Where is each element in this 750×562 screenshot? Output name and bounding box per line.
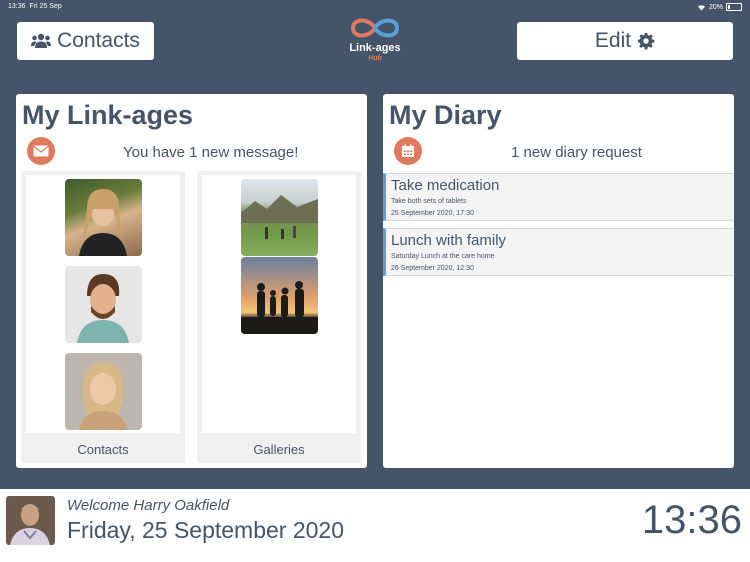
galleries-column[interactable]: Galleries: [197, 171, 361, 463]
diary-item-title: Lunch with family: [391, 232, 507, 249]
diary-item-description: Take both sets of tablets: [391, 198, 467, 205]
contacts-column-label: Contacts: [77, 442, 129, 457]
user-avatar[interactable]: [6, 496, 55, 545]
status-right: 20%: [697, 3, 742, 11]
contact-photo[interactable]: [65, 353, 142, 430]
gear-icon: [637, 32, 655, 50]
envelope-icon: [33, 145, 49, 157]
diary-request-notice[interactable]: 1 new diary request: [511, 144, 642, 161]
landscape-photo-icon: [241, 195, 318, 239]
contact-photo[interactable]: [65, 266, 142, 343]
diary-panel: My Diary 1 new diary request Take medica…: [383, 94, 734, 468]
status-time: 13:36: [8, 3, 26, 10]
galleries-list: [202, 175, 356, 433]
links-panel: My Link-ages You have 1 new message! Con…: [16, 94, 367, 468]
person-photo-icon: [77, 274, 129, 343]
galleries-column-label: Galleries: [253, 442, 305, 457]
wifi-icon: [697, 4, 705, 11]
diary-icon-button[interactable]: [394, 137, 422, 165]
current-date: Friday, 25 September 2020: [67, 517, 345, 543]
person-photo-icon: [79, 189, 127, 256]
logo-name: Link-ages: [349, 42, 401, 54]
family-silhouette-icon: [241, 281, 318, 334]
gallery-photo[interactable]: [241, 257, 318, 334]
message-icon-button[interactable]: [27, 137, 55, 165]
diary-item-description: Saturday Lunch at the care home: [391, 253, 495, 260]
users-icon: [31, 33, 52, 48]
footer-bar: Welcome Harry Oakfield Friday, 25 Septem…: [0, 489, 750, 562]
contacts-button-label: Contacts: [57, 29, 140, 52]
app-logo: Link-ages Hub: [338, 14, 412, 66]
diary-item[interactable]: Lunch with family Saturday Lunch at the …: [383, 228, 734, 276]
welcome-text: Welcome Harry Oakfield: [67, 497, 230, 514]
diary-panel-title: My Diary: [389, 100, 502, 130]
diary-item-title: Take medication: [391, 177, 500, 194]
battery-percent: 20%: [708, 3, 723, 11]
contact-photo[interactable]: [65, 179, 142, 256]
user-avatar-icon: [6, 496, 55, 545]
contacts-list: [26, 175, 180, 433]
status-time-date: 13:36 Fri 25 Sep: [8, 3, 62, 10]
clock: 13:36: [641, 498, 742, 542]
links-panel-title: My Link-ages: [22, 100, 194, 130]
battery-icon: [726, 3, 742, 11]
contacts-button[interactable]: Contacts: [17, 22, 154, 60]
new-message-notice[interactable]: You have 1 new message!: [123, 144, 298, 161]
logo-sub: Hub: [368, 55, 382, 62]
diary-item[interactable]: Take medication Take both sets of tablet…: [383, 173, 734, 221]
person-photo-icon: [79, 363, 127, 430]
edit-button-label: Edit: [594, 29, 632, 52]
status-bar: 13:36 Fri 25 Sep 20%: [0, 0, 750, 14]
edit-button[interactable]: Edit: [517, 22, 733, 60]
contacts-column[interactable]: Contacts: [21, 171, 185, 463]
status-date: Fri 25 Sep: [29, 3, 62, 10]
diary-item-datetime: 26 September 2020, 12:30: [391, 265, 474, 272]
calendar-icon: [402, 144, 414, 157]
gallery-photo[interactable]: [241, 179, 318, 256]
infinity-logo-icon: [350, 18, 400, 38]
diary-item-datetime: 25 September 2020, 17:30: [391, 210, 474, 217]
